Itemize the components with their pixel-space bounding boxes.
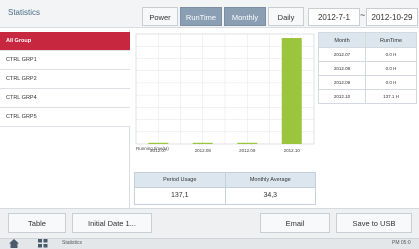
initial-date-button[interactable]: Initial Date 1...	[72, 213, 152, 233]
chart-bar	[281, 38, 302, 144]
table-button[interactable]: Table	[8, 213, 66, 233]
window-title: Statistics	[8, 8, 41, 17]
chart-legend: Running time(H)	[136, 146, 169, 151]
chart-x-tick-label: 2012.09	[239, 148, 256, 153]
usage-summary: Period Usage Monthly Average 137,1 34,3	[134, 172, 316, 206]
period-usage-header: Period Usage	[134, 172, 226, 188]
grid-menu-icon[interactable]	[38, 239, 48, 248]
group-item-all[interactable]: All Group	[0, 32, 130, 51]
group-item-grp1[interactable]: CTRL GRP1	[0, 51, 130, 70]
table-cell-month: 2012.07	[318, 48, 366, 62]
tab-runtime[interactable]: RunTime	[180, 7, 222, 26]
monthly-average-value: 34,3	[225, 188, 316, 205]
chart-bar	[237, 142, 258, 144]
table-cell-month: 2012.09	[318, 76, 366, 90]
table-cell-runtime: 137.1 H	[366, 90, 417, 104]
chart-bar	[192, 142, 213, 144]
monthly-average-header: Monthly Average	[225, 172, 316, 188]
table-header-row: Month RunTime	[318, 32, 417, 48]
date-separator: ~	[360, 10, 366, 20]
home-icon[interactable]	[8, 238, 20, 249]
email-button[interactable]: Email	[260, 213, 330, 233]
chart-bar	[148, 142, 169, 144]
group-item-grp4[interactable]: CTRL GRP4	[0, 89, 130, 108]
runtime-table: Month RunTime 2012.07 0.0 H 2012.08 0.0 …	[318, 32, 417, 104]
save-to-usb-button[interactable]: Save to USB	[336, 213, 412, 233]
group-list: All Group CTRL GRP1 CTRL GRP2 CTRL GRP4 …	[0, 30, 130, 208]
table-cell-month: 2012.10	[318, 90, 366, 104]
table-cell-runtime: 0.0 H	[366, 62, 417, 76]
chart-x-tick-label: 2012.08	[195, 148, 212, 153]
tab-daily[interactable]: Daily	[268, 7, 304, 26]
group-item-grp2[interactable]: CTRL GRP2	[0, 70, 130, 89]
table-cell-month: 2012.08	[318, 62, 366, 76]
table-cell-runtime: 0.0 H	[366, 48, 417, 62]
chart-x-ticks: 2012.07 2012.08 2012.09 2012.10	[150, 148, 300, 153]
table-cell-runtime: 0.0 H	[366, 76, 417, 90]
date-to-field[interactable]: 2012-10-29	[366, 8, 418, 26]
table-header-month: Month	[318, 32, 366, 48]
period-usage-value: 137,1	[134, 188, 226, 205]
tab-monthly[interactable]: Monthly	[224, 7, 266, 26]
chart-x-tick-label: 2012.10	[284, 148, 301, 153]
status-text: Statistics	[62, 240, 83, 246]
status-time: PM 05:0	[392, 240, 411, 246]
group-item-grp5[interactable]: CTRL GRP5	[0, 108, 130, 127]
tab-power[interactable]: Power	[142, 7, 178, 26]
date-from-field[interactable]: 2012-7-1	[308, 8, 360, 26]
table-header-runtime: RunTime	[366, 32, 417, 48]
